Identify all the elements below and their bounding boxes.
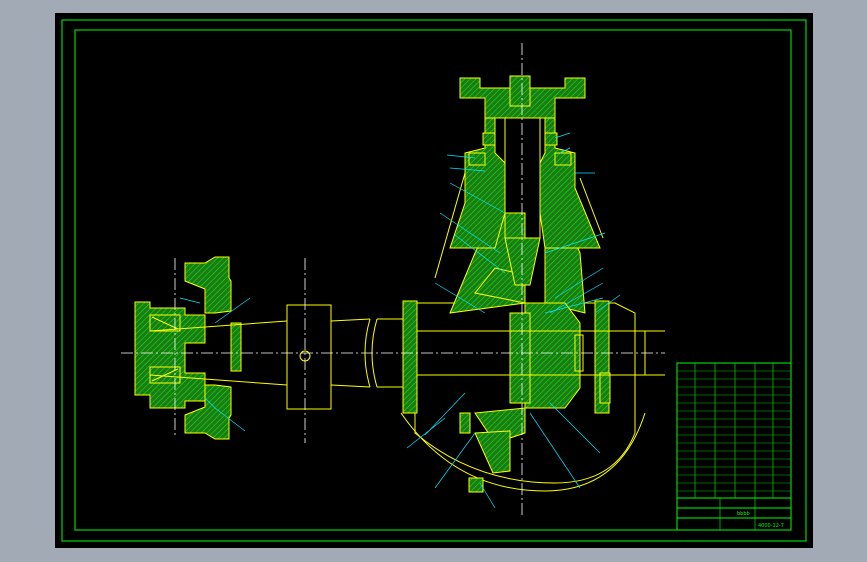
cad-viewport[interactable]: bbbb 4000-12-7 [55,13,813,548]
title-block-small-text: bbbb [737,511,750,517]
outer-frame [61,19,807,542]
parts-list-rows [677,370,791,492]
assembly-drawing: bbbb 4000-12-7 [61,19,807,542]
title-block: bbbb 4000-12-7 [676,362,792,531]
left-hub-assembly [134,256,242,440]
drawing-number: 4000-12-7 [758,523,784,529]
inner-frame [74,29,792,531]
